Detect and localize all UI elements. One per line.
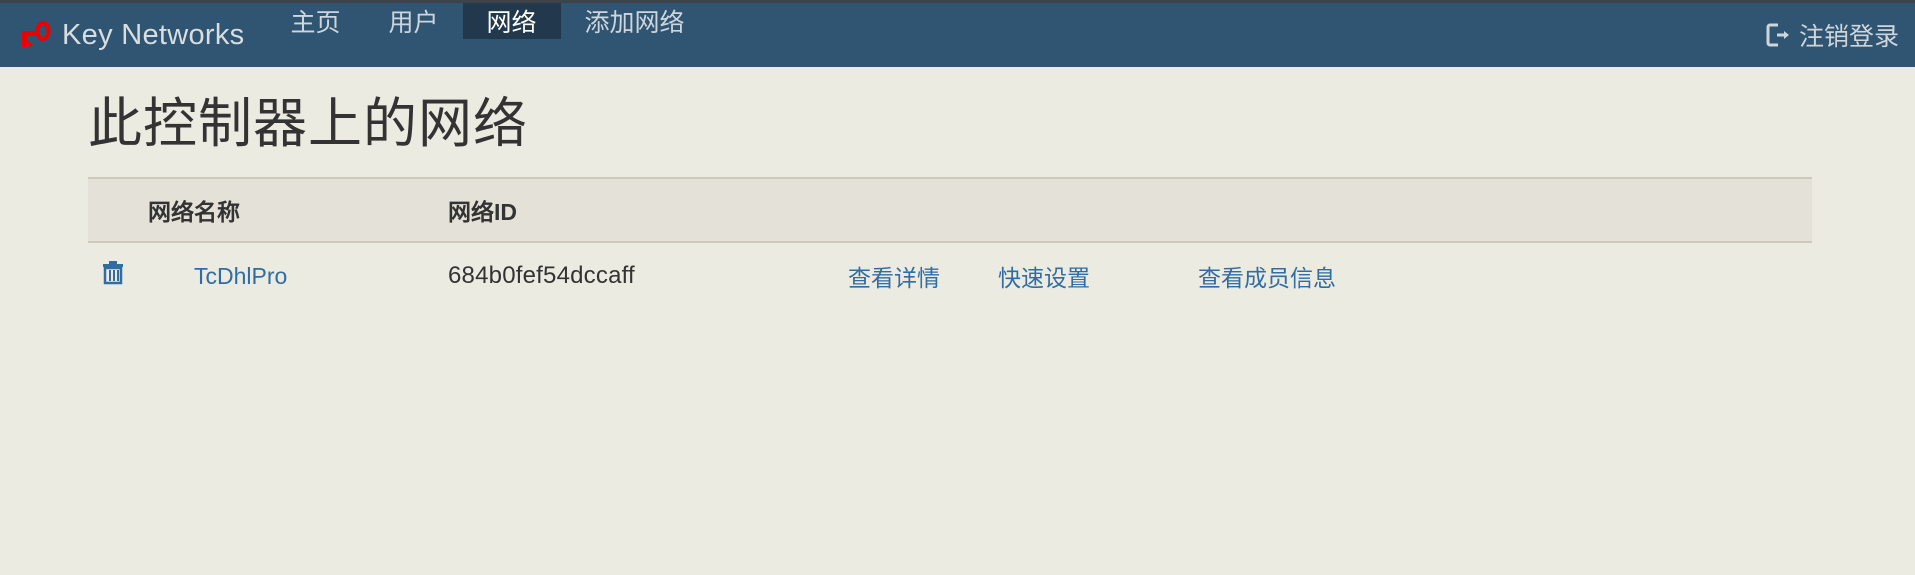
cell-action-members: 查看成员信息 bbox=[1198, 242, 1812, 309]
logout-label: 注销登录 bbox=[1798, 23, 1899, 51]
network-id-value: 684b0fef54dccaff bbox=[448, 262, 635, 290]
cell-action-quick-setup: 快速设置 bbox=[998, 242, 1198, 309]
column-header-action3 bbox=[1198, 177, 1812, 244]
networks-table-body: TcDhlPro 684b0fef54dccaff 查看详情 快速设置 查看成员… bbox=[88, 242, 1812, 309]
table-row: TcDhlPro 684b0fef54dccaff 查看详情 快速设置 查看成员… bbox=[88, 242, 1812, 309]
view-members-link[interactable]: 查看成员信息 bbox=[1198, 265, 1336, 291]
nav-link-networks[interactable]: 网络 bbox=[462, 3, 561, 39]
column-header-action1 bbox=[848, 177, 998, 244]
cell-action-details: 查看详情 bbox=[848, 242, 998, 309]
networks-table-head: 网络名称 网络ID bbox=[88, 177, 1812, 244]
quick-setup-link[interactable]: 快速设置 bbox=[998, 265, 1090, 291]
networks-table-container: 网络名称 网络ID TcDhlPro 684b0fef54dccaff 查看详情… bbox=[88, 177, 1812, 309]
page-title: 此控制器上的网络 bbox=[88, 94, 528, 154]
table-header-row: 网络名称 网络ID bbox=[88, 177, 1812, 244]
brand-link[interactable]: Key Networks bbox=[0, 3, 267, 67]
networks-table: 网络名称 网络ID TcDhlPro 684b0fef54dccaff 查看详情… bbox=[88, 177, 1812, 309]
trash-icon bbox=[102, 260, 124, 286]
key-icon bbox=[18, 20, 52, 50]
nav-item-users[interactable]: 用户 bbox=[365, 3, 463, 67]
nav-link-add-network[interactable]: 添加网络 bbox=[561, 3, 709, 39]
nav-item-home[interactable]: 主页 bbox=[267, 3, 365, 67]
nav-menu: 主页 用户 网络 添加网络 bbox=[267, 3, 709, 67]
view-details-link[interactable]: 查看详情 bbox=[848, 265, 940, 291]
nav-link-home[interactable]: 主页 bbox=[267, 3, 365, 39]
sign-out-icon bbox=[1765, 22, 1791, 48]
nav-link-users[interactable]: 用户 bbox=[365, 3, 463, 39]
network-name-link[interactable]: TcDhlPro bbox=[194, 263, 287, 289]
main-content: 此控制器上的网络 网络名称 网络ID TcDhlPro 684b0fef54dc… bbox=[0, 67, 1915, 309]
navbar-right-section: 注销登录 bbox=[1765, 3, 1915, 67]
top-navbar: Key Networks 主页 用户 网络 添加网络 注销登录 bbox=[0, 3, 1915, 67]
nav-item-add-network[interactable]: 添加网络 bbox=[561, 3, 709, 67]
cell-network-id: 684b0fef54dccaff bbox=[448, 242, 848, 309]
delete-network-button[interactable] bbox=[102, 260, 124, 286]
column-header-name: 网络名称 bbox=[148, 177, 448, 244]
nav-item-networks[interactable]: 网络 bbox=[462, 3, 561, 67]
cell-network-name: TcDhlPro bbox=[148, 242, 448, 309]
column-header-id: 网络ID bbox=[448, 177, 848, 244]
column-header-delete bbox=[88, 177, 148, 244]
column-header-action2 bbox=[998, 177, 1198, 244]
brand-label: Key Networks bbox=[62, 18, 245, 51]
cell-delete bbox=[88, 242, 148, 309]
logout-link[interactable]: 注销登录 bbox=[1765, 17, 1899, 53]
